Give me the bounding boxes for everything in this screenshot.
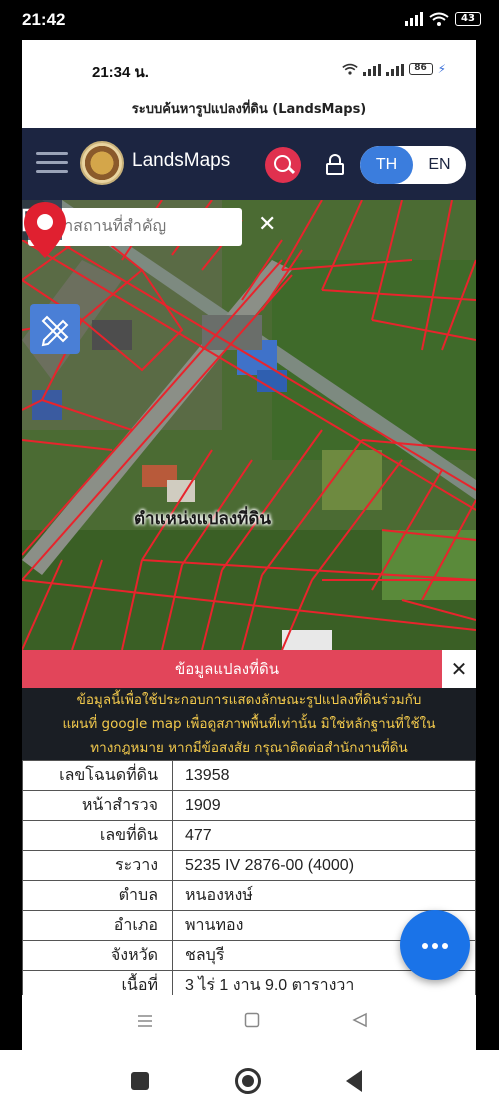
close-panel-button[interactable]: ✕: [442, 650, 476, 688]
row-value: 1909: [172, 790, 476, 821]
recents-icon[interactable]: [137, 1013, 153, 1029]
panel-title: ข้อมูลแปลงที่ดิน: [175, 660, 279, 678]
pin-label: ตำแหน่งแปลงที่ดิน: [134, 509, 272, 529]
table-row: ระวาง 5235 IV 2876-00 (4000): [22, 850, 476, 881]
more-icon-dot: [432, 943, 438, 949]
row-value: 5235 IV 2876-00 (4000): [172, 850, 476, 881]
lang-en-button[interactable]: EN: [413, 146, 466, 184]
disclaimer-line: แผนที่ google map เพื่อดูสภาพพื้นที่เท่า…: [62, 716, 436, 732]
satellite-map: [22, 200, 476, 650]
wifi-icon: [341, 63, 358, 75]
parcel-info-header: ข้อมูลแปลงที่ดิน ✕: [22, 650, 476, 688]
table-row: เลขที่ดิน 477: [22, 820, 476, 851]
clear-search-icon[interactable]: ✕: [258, 212, 276, 237]
home-button[interactable]: [235, 1068, 261, 1094]
back-nav-icon[interactable]: [352, 1012, 368, 1028]
recents-button[interactable]: [131, 1072, 149, 1090]
disclaimer-line: ข้อมูลนี้เพื่อใช้ประกอบการแสดงลักษณะรูปแ…: [76, 692, 422, 708]
pencil-ruler-icon: [41, 315, 69, 347]
map-view[interactable]: ✕: [22, 200, 476, 650]
outer-status-icons: 43: [405, 12, 481, 26]
row-label: เลขที่ดิน: [22, 820, 173, 851]
row-label: ระวาง: [22, 850, 173, 881]
screen: 21:42 43 21:34 น. 86 ⚡ ระบบค้นหารูปแปลงท…: [0, 0, 499, 1110]
inner-navigation-bar: [22, 995, 476, 1050]
outer-navigation-bar: [0, 1050, 499, 1110]
wifi-icon: [429, 12, 449, 26]
row-label: ตำบล: [22, 880, 173, 911]
row-label: จังหวัด: [22, 940, 173, 971]
table-row: เลขโฉนดที่ดิน 13958: [22, 760, 476, 791]
inner-status-icons: 86 ⚡: [341, 62, 446, 76]
signal-icon: [405, 12, 423, 26]
disclaimer-line: ทางกฎหมาย หากมีข้อสงสัย กรุณาติดต่อสำนัก…: [90, 740, 408, 756]
inner-clock: 21:34 น.: [92, 64, 149, 81]
battery-icon: 86: [408, 63, 433, 75]
row-value: 477: [172, 820, 476, 851]
row-label: หน้าสำรวจ: [22, 790, 173, 821]
language-toggle[interactable]: TH EN: [360, 146, 466, 184]
row-label: เลขโฉนดที่ดิน: [22, 760, 173, 791]
more-icon-dot: [442, 943, 448, 949]
outer-clock: 21:42: [22, 10, 66, 29]
draw-tool-button[interactable]: [30, 304, 80, 354]
battery-icon: 43: [455, 12, 481, 26]
charging-icon: ⚡: [437, 62, 446, 76]
signal-icon-2: [385, 62, 404, 76]
inner-status-bar: 21:34 น. 86 ⚡: [22, 40, 476, 100]
navbar: LandsMaps TH EN: [22, 128, 476, 200]
page-title: ระบบค้นหารูปแปลงที่ดิน (LandsMaps): [131, 102, 367, 117]
more-icon: [422, 943, 428, 949]
back-button[interactable]: [346, 1070, 362, 1092]
disclaimer-text: ข้อมูลนี้เพื่อใช้ประกอบการแสดงลักษณะรูปแ…: [22, 688, 476, 760]
lock-icon[interactable]: [326, 154, 344, 175]
table-row: ตำบล หนองหงษ์: [22, 880, 476, 911]
row-label: อำเภอ: [22, 910, 173, 941]
app-screenshot: 21:34 น. 86 ⚡ ระบบค้นหารูปแปลงที่ดิน (La…: [22, 40, 476, 1050]
signal-icon: [362, 62, 381, 76]
row-value: หนองหงษ์: [172, 880, 476, 911]
outer-status-bar: 21:42 43: [0, 0, 499, 40]
table-row: หน้าสำรวจ 1909: [22, 790, 476, 821]
row-value: 13958: [172, 760, 476, 791]
menu-icon[interactable]: [36, 152, 68, 176]
map-pin-icon[interactable]: [22, 200, 68, 260]
home-nav-icon[interactable]: [244, 1012, 260, 1028]
search-button[interactable]: [265, 147, 301, 183]
lang-th-button[interactable]: TH: [360, 146, 413, 184]
department-logo: [80, 141, 124, 185]
more-actions-button[interactable]: [400, 910, 470, 980]
brand-name: LandsMaps: [132, 150, 231, 171]
